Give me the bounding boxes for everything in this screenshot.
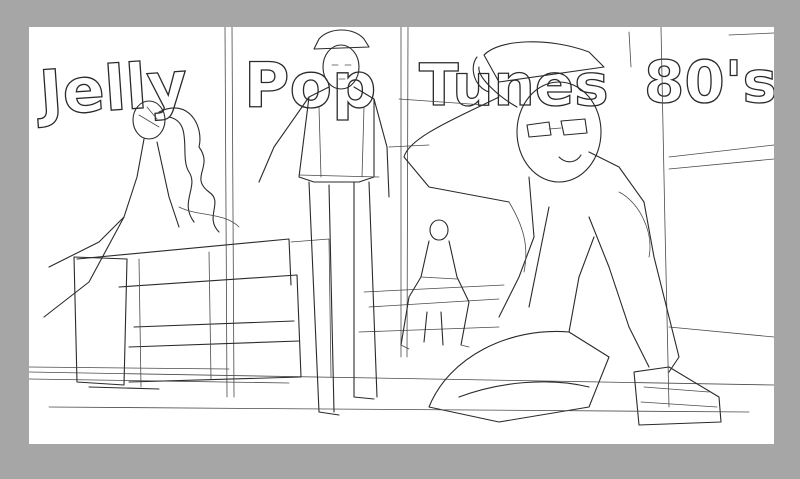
pencil-sketch: Jelly Pop Tunes 80's — [29, 27, 774, 426]
couch — [73, 238, 332, 390]
sign-word-jelly: Jelly — [33, 47, 190, 130]
workspace: Jelly Pop Tunes 80's — [0, 0, 800, 479]
sketch-canvas: Jelly Pop Tunes 80's — [29, 27, 774, 444]
sign-word-80s: 80's — [644, 48, 774, 116]
sign-word-tunes: Tunes — [419, 51, 609, 119]
sign-word-pop: Pop — [244, 49, 376, 122]
